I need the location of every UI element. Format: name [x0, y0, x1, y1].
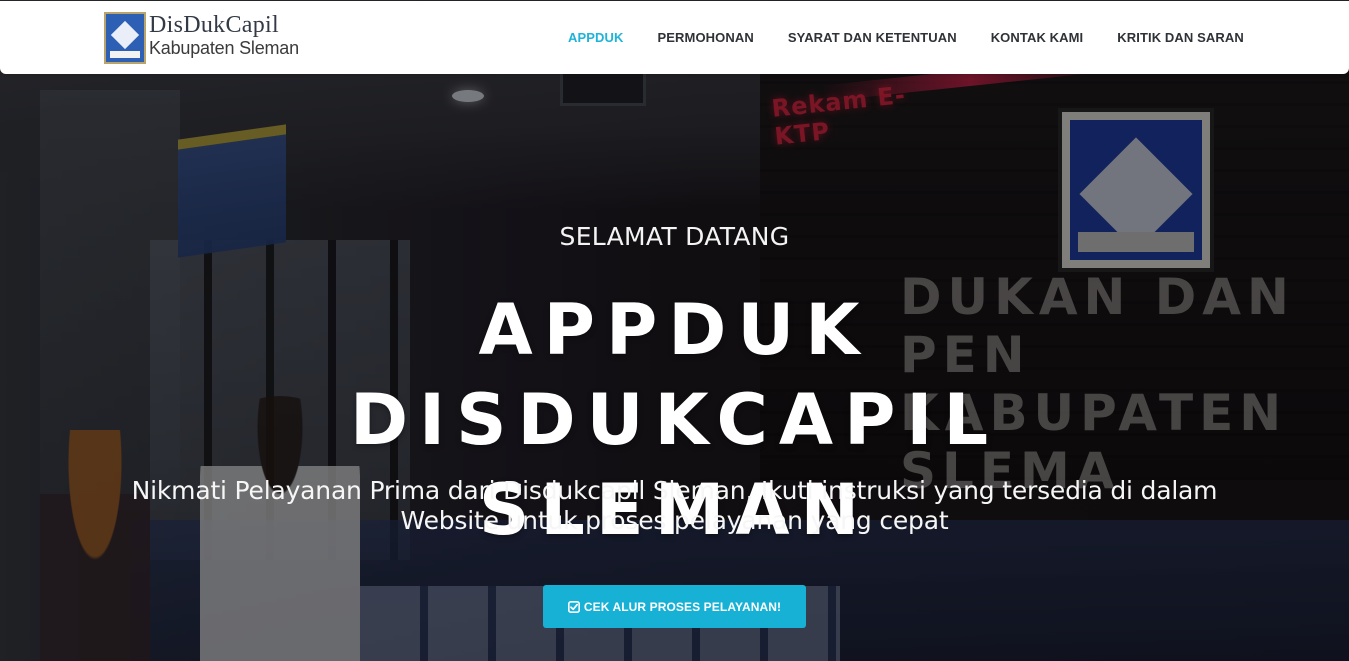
hero-tagline: Nikmati Pelayanan Prima dari Disdukcapil… [100, 476, 1249, 536]
hero-tagline-line-2: Website untuk proses pelayanan yang cepa… [400, 506, 949, 535]
brand-subtitle: Kabupaten Sleman [149, 38, 299, 58]
nav-menu: APPDUK PERMOHONAN SYARAT DAN KETENTUAN K… [551, 1, 1261, 74]
cta-label: CEK ALUR PROSES PELAYANAN! [583, 599, 782, 614]
check-square-icon [567, 600, 580, 613]
welcome-text: SELAMAT DATANG [559, 222, 790, 251]
hero-section: SELAMAT DATANG APPDUK DISDUKCAPIL SLEMAN… [0, 0, 1349, 661]
cek-alur-proses-button[interactable]: CEK ALUR PROSES PELAYANAN! [543, 585, 806, 628]
hero-tagline-line-1: Nikmati Pelayanan Prima dari Disdukcapil… [131, 476, 1218, 505]
nav-item-appduk[interactable]: APPDUK [551, 30, 641, 45]
hero-headline-line-1: APPDUK DISDUKCAPIL [349, 289, 1000, 461]
nav-item-permohonan[interactable]: PERMOHONAN [641, 30, 771, 45]
brand-logo-link[interactable]: DisDukCapil Kabupaten Sleman [104, 12, 299, 64]
sleman-logo-icon [104, 12, 146, 64]
brand-text: DisDukCapil Kabupaten Sleman [149, 12, 299, 57]
brand-title: DisDukCapil [149, 12, 279, 38]
navbar: DisDukCapil Kabupaten Sleman APPDUK PERM… [0, 1, 1349, 74]
nav-item-kontak-kami[interactable]: KONTAK KAMI [974, 30, 1101, 45]
nav-item-syarat-dan-ketentuan[interactable]: SYARAT DAN KETENTUAN [771, 30, 974, 45]
nav-item-kritik-dan-saran[interactable]: KRITIK DAN SARAN [1100, 30, 1261, 45]
